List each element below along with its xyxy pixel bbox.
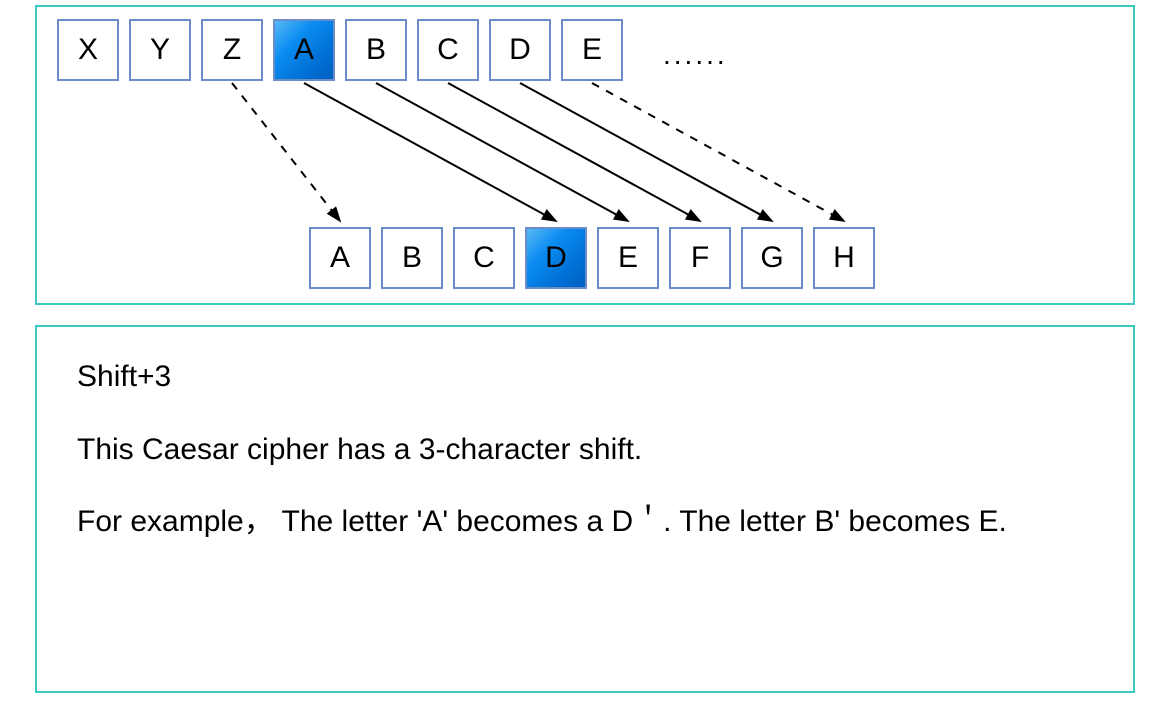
- plaintext-cell-2: Z: [201, 19, 263, 81]
- ciphertext-cell-5: F: [669, 227, 731, 289]
- plaintext-cell-4: B: [345, 19, 407, 81]
- cipher-diagram-panel: ...... XYZABCDEABCDEFGH: [35, 5, 1135, 305]
- ciphertext-cell-1: B: [381, 227, 443, 289]
- plaintext-cell-7: E: [561, 19, 623, 81]
- plaintext-cell-0: X: [57, 19, 119, 81]
- shift-arrow-5: [592, 83, 844, 221]
- cipher-example: For example， The letter 'A' becomes a D＇…: [77, 502, 1093, 543]
- ciphertext-cell-6: G: [741, 227, 803, 289]
- cipher-description: This Caesar cipher has a 3-character shi…: [77, 430, 1093, 471]
- ciphertext-cell-0: A: [309, 227, 371, 289]
- ciphertext-cell-2: C: [453, 227, 515, 289]
- shift-arrow-3: [448, 83, 700, 221]
- shift-arrow-0: [232, 83, 340, 221]
- ciphertext-cell-7: H: [813, 227, 875, 289]
- shift-label: Shift+3: [77, 357, 1093, 398]
- ciphertext-cell-3: D: [525, 227, 587, 289]
- plaintext-cell-1: Y: [129, 19, 191, 81]
- explanation-panel: Shift+3 This Caesar cipher has a 3-chara…: [35, 325, 1135, 693]
- shift-arrow-4: [520, 83, 772, 221]
- shift-arrow-2: [376, 83, 628, 221]
- diagram-canvas: ...... XYZABCDEABCDEFGH Shift+3 This Cae…: [0, 0, 1172, 712]
- plaintext-cell-6: D: [489, 19, 551, 81]
- ciphertext-cell-4: E: [597, 227, 659, 289]
- shift-arrow-1: [304, 83, 556, 221]
- top-row-ellipsis: ......: [663, 39, 728, 71]
- plaintext-cell-3: A: [273, 19, 335, 81]
- plaintext-cell-5: C: [417, 19, 479, 81]
